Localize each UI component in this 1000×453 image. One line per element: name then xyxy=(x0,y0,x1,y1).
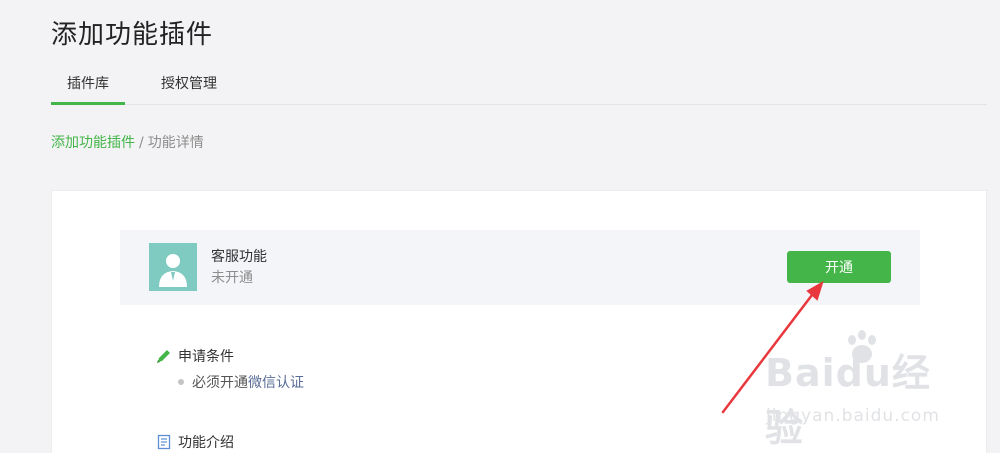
tab-bar: 插件库 授权管理 xyxy=(51,70,987,105)
page-title: 添加功能插件 xyxy=(51,20,214,50)
watermark-brand: Baidu经验 xyxy=(765,351,931,450)
breadcrumb-separator: / xyxy=(139,135,144,151)
tab-plugin-library[interactable]: 插件库 xyxy=(51,70,125,105)
breadcrumb-current: 功能详情 xyxy=(147,135,204,151)
section-intro-label: 功能介绍 xyxy=(178,435,234,451)
watermark-url: jingyan.baidu.com xyxy=(766,406,940,426)
section-intro-title: 功能介绍 xyxy=(156,432,234,453)
plugin-name: 客服功能 xyxy=(211,249,267,265)
tab-authorization-management[interactable]: 授权管理 xyxy=(156,70,222,105)
document-icon xyxy=(156,434,172,453)
plugin-status: 未开通 xyxy=(211,270,253,286)
baidu-jingyan-watermark: Baidu经验 jingyan.baidu.com xyxy=(765,330,955,450)
breadcrumb: 添加功能插件 / 功能详情 xyxy=(51,132,204,152)
section-conditions-title: 申请条件 xyxy=(156,346,234,368)
section-conditions-label: 申请条件 xyxy=(178,349,234,365)
customer-service-avatar-icon xyxy=(149,243,197,291)
wechat-verification-link[interactable]: 微信认证 xyxy=(248,375,304,391)
condition-item: 必须开通微信认证 xyxy=(178,372,304,392)
bullet-dot xyxy=(178,379,184,385)
breadcrumb-link-parent[interactable]: 添加功能插件 xyxy=(51,135,135,151)
condition-text: 必须开通 xyxy=(192,375,248,391)
activate-button[interactable]: 开通 xyxy=(787,251,891,283)
pencil-icon xyxy=(156,348,172,368)
plugin-header: 客服功能 未开通 开通 xyxy=(120,230,920,305)
